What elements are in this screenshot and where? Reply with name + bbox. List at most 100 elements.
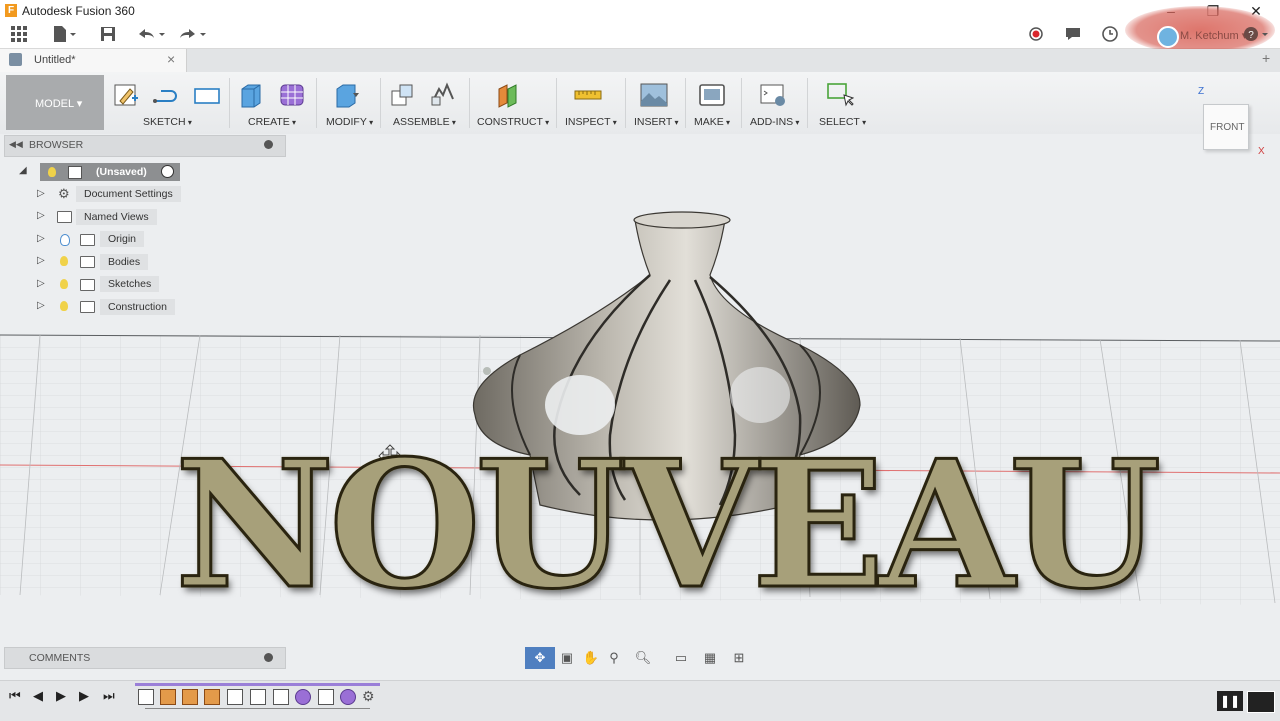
visibility-bulb-icon[interactable] <box>48 167 56 177</box>
browser-item-construction[interactable]: Construction <box>100 299 175 315</box>
select-icon[interactable] <box>826 81 854 109</box>
sketch-feature-icon[interactable] <box>318 689 334 705</box>
select-menu[interactable]: SELECT <box>819 116 866 128</box>
add-comment-icon[interactable] <box>264 653 273 662</box>
form-feature-icon[interactable] <box>340 689 356 705</box>
help-icon[interactable]: ? <box>1242 25 1272 45</box>
sketch-feature-icon[interactable] <box>227 689 243 705</box>
make-menu[interactable]: MAKE <box>694 116 730 128</box>
document-tab-label: Untitled* <box>34 54 76 66</box>
measure-icon[interactable] <box>574 81 602 109</box>
redo-icon[interactable] <box>176 25 208 45</box>
construct-menu[interactable]: CONSTRUCT <box>477 116 549 128</box>
fusion-logo-icon: F <box>5 4 17 17</box>
toolbar-divider <box>741 78 742 128</box>
go-to-end-icon[interactable]: ⏭ <box>103 688 115 704</box>
toolbar-divider <box>625 78 626 128</box>
fullscreen-icon[interactable] <box>1247 691 1275 713</box>
axis-z-label: Z <box>1198 86 1205 97</box>
extrude-feature-icon[interactable] <box>182 689 198 705</box>
folder-icon <box>80 301 95 313</box>
toolbar-divider <box>685 78 686 128</box>
browser-title: BROWSER <box>29 139 84 151</box>
fit-zoom-icon[interactable]: 🔍︎ <box>628 647 658 669</box>
timeline-baseline <box>145 708 370 709</box>
expand-document-settings-icon[interactable]: ▷ <box>37 188 45 199</box>
pause-icon[interactable]: ❚❚ <box>1217 691 1243 711</box>
collapse-browser-icon[interactable]: ◀◀ <box>9 139 23 150</box>
sketch-feature-icon[interactable] <box>250 689 266 705</box>
zoom-icon[interactable]: ⚲ <box>603 647 625 669</box>
rectangle-icon[interactable] <box>193 81 221 109</box>
grid-settings-icon[interactable]: ▦ <box>697 647 723 669</box>
expand-bodies-icon[interactable]: ▷ <box>37 255 45 266</box>
new-tab-icon[interactable]: + <box>1262 50 1270 66</box>
visibility-bulb-icon[interactable] <box>60 256 68 266</box>
scripts-addins-icon[interactable] <box>759 81 787 109</box>
browser-item-origin[interactable]: Origin <box>100 231 145 247</box>
visibility-bulb-icon[interactable] <box>60 301 68 311</box>
offset-plane-icon[interactable] <box>496 81 524 109</box>
viewports-icon[interactable]: ⊞ <box>726 647 752 669</box>
toolbar-divider <box>556 78 557 128</box>
add-ins-menu[interactable]: ADD-INS <box>750 116 799 128</box>
folder-icon <box>57 211 72 223</box>
browser-options-icon[interactable] <box>264 140 273 149</box>
collapse-root-icon[interactable]: ◢ <box>19 165 27 176</box>
extrude-feature-icon[interactable] <box>204 689 220 705</box>
expand-named-views-icon[interactable]: ▷ <box>37 210 45 221</box>
visibility-bulb-off-icon[interactable] <box>60 234 70 246</box>
browser-item-document-settings[interactable]: Document Settings <box>76 186 181 202</box>
save-icon[interactable] <box>98 25 118 45</box>
expand-origin-icon[interactable]: ▷ <box>37 233 45 244</box>
form-feature-icon[interactable] <box>295 689 311 705</box>
axis-x-label: X <box>1258 146 1265 157</box>
undo-icon[interactable] <box>135 25 167 45</box>
clock-icon[interactable] <box>1100 25 1120 45</box>
display-settings-icon[interactable]: ▭ <box>668 647 694 669</box>
create-menu[interactable]: CREATE <box>248 116 296 128</box>
record-icon[interactable] <box>1026 25 1046 45</box>
look-at-icon[interactable]: ▣ <box>556 647 578 669</box>
pan-icon[interactable]: ✋ <box>580 647 602 669</box>
tab-untitled[interactable] <box>0 49 187 72</box>
activate-radio-icon[interactable] <box>161 165 174 178</box>
timeline-settings-icon[interactable]: ⚙ <box>362 688 375 705</box>
inspect-menu[interactable]: INSPECT <box>565 116 617 128</box>
step-forward-icon[interactable]: ▶ <box>79 688 89 704</box>
play-icon[interactable]: ▶ <box>56 688 66 704</box>
title-overlay-text: NOUVEAU <box>173 423 1163 628</box>
line-icon[interactable] <box>152 81 180 109</box>
browser-item-sketches[interactable]: Sketches <box>100 276 160 292</box>
joint-icon[interactable] <box>429 81 457 109</box>
file-icon[interactable] <box>50 25 78 45</box>
press-pull-icon[interactable] <box>333 81 361 109</box>
sketch-feature-icon[interactable] <box>273 689 289 705</box>
close-tab-icon[interactable]: × <box>167 51 175 67</box>
3d-print-icon[interactable] <box>698 81 726 109</box>
insert-image-icon[interactable] <box>640 81 668 109</box>
extrude-icon[interactable] <box>238 81 266 109</box>
avatar[interactable] <box>1157 26 1179 48</box>
orbit-icon[interactable]: ✥ <box>525 647 555 669</box>
user-name[interactable]: M. Ketchum ▾ <box>1180 29 1247 42</box>
expand-sketches-icon[interactable]: ▷ <box>37 278 45 289</box>
sketch-feature-icon[interactable] <box>138 689 154 705</box>
browser-item-bodies[interactable]: Bodies <box>100 254 149 270</box>
new-component-icon[interactable] <box>389 81 417 109</box>
browser-item-named-views[interactable]: Named Views <box>76 209 157 225</box>
sketch-menu[interactable]: SKETCH <box>143 116 192 128</box>
insert-menu[interactable]: INSERT <box>634 116 679 128</box>
expand-construction-icon[interactable]: ▷ <box>37 300 45 311</box>
visibility-bulb-icon[interactable] <box>60 279 68 289</box>
form-icon[interactable] <box>278 81 306 109</box>
extrude-feature-icon[interactable] <box>160 689 176 705</box>
document-icon <box>9 53 22 66</box>
assemble-menu[interactable]: ASSEMBLE <box>393 116 456 128</box>
create-sketch-icon[interactable] <box>112 81 140 109</box>
grid-menu-icon[interactable] <box>9 25 29 45</box>
comment-icon[interactable] <box>1063 25 1083 45</box>
go-to-start-icon[interactable]: ⏮ <box>9 688 21 704</box>
step-back-icon[interactable]: ◀ <box>33 688 43 704</box>
modify-menu[interactable]: MODIFY <box>326 116 373 128</box>
